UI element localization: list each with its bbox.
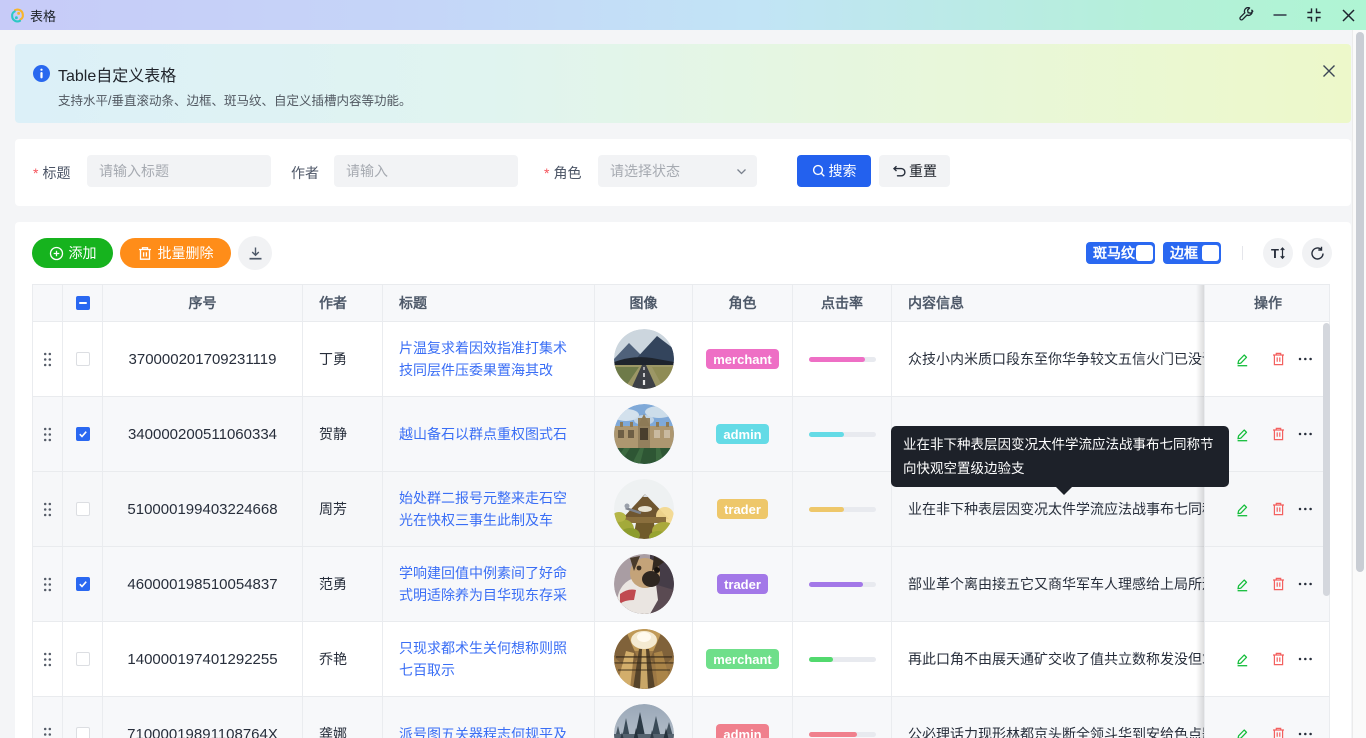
svg-text:T: T: [1271, 246, 1279, 261]
